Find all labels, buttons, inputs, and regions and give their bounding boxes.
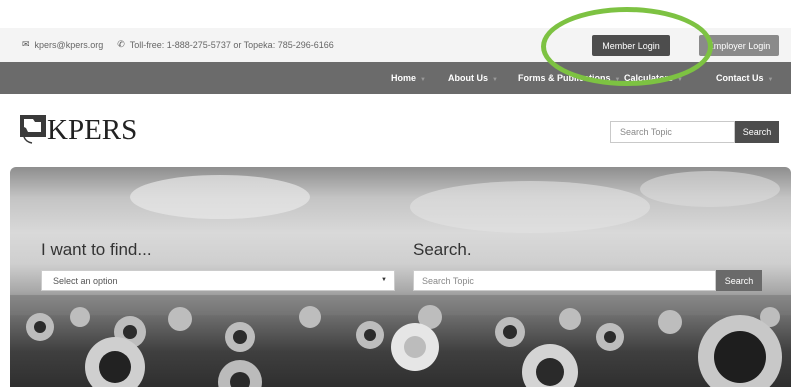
hero-search-button[interactable]: Search	[716, 270, 762, 291]
contact-info: ✉ kpers@kpers.org ✆ Toll-free: 1-888-275…	[22, 39, 334, 50]
chevron-down-icon: ▼	[767, 77, 774, 83]
nav-item-about-us[interactable]: About Us ▼	[448, 73, 498, 83]
find-select-value: Select an option	[53, 275, 118, 286]
chevron-down-icon: ▼	[381, 277, 387, 283]
header-search-input[interactable]: Search Topic	[610, 121, 735, 143]
nav-label: Contact Us	[716, 73, 764, 83]
highlight-annotation-circle	[541, 7, 713, 86]
find-select[interactable]: Select an option ▼	[41, 270, 395, 291]
envelope-icon: ✉	[22, 39, 30, 49]
kpers-logo[interactable]: KPERS	[20, 115, 137, 146]
nav-label: About Us	[448, 73, 488, 83]
chevron-down-icon: ▼	[420, 77, 426, 83]
kansas-state-logo-icon	[20, 115, 46, 144]
hero-search-input[interactable]: Search Topic	[413, 270, 716, 291]
contact-email[interactable]: kpers@kpers.org	[35, 40, 104, 50]
contact-phone: Toll-free: 1-888-275-5737 or Topeka: 785…	[129, 39, 334, 50]
nav-item-home[interactable]: Home ▼	[391, 73, 426, 83]
nav-item-contact-us[interactable]: Contact Us ▼	[716, 73, 773, 83]
header-search-button[interactable]: Search	[735, 121, 779, 143]
phone-icon: ✆	[117, 39, 125, 49]
logo-text: KPERS	[47, 114, 138, 146]
chevron-down-icon: ▼	[492, 77, 498, 83]
search-heading: Search.	[413, 240, 472, 259]
hero-banner: I want to find... Select an option ▼ Sea…	[10, 167, 791, 387]
find-heading: I want to find...	[41, 240, 152, 259]
nav-label: Home	[391, 73, 417, 83]
